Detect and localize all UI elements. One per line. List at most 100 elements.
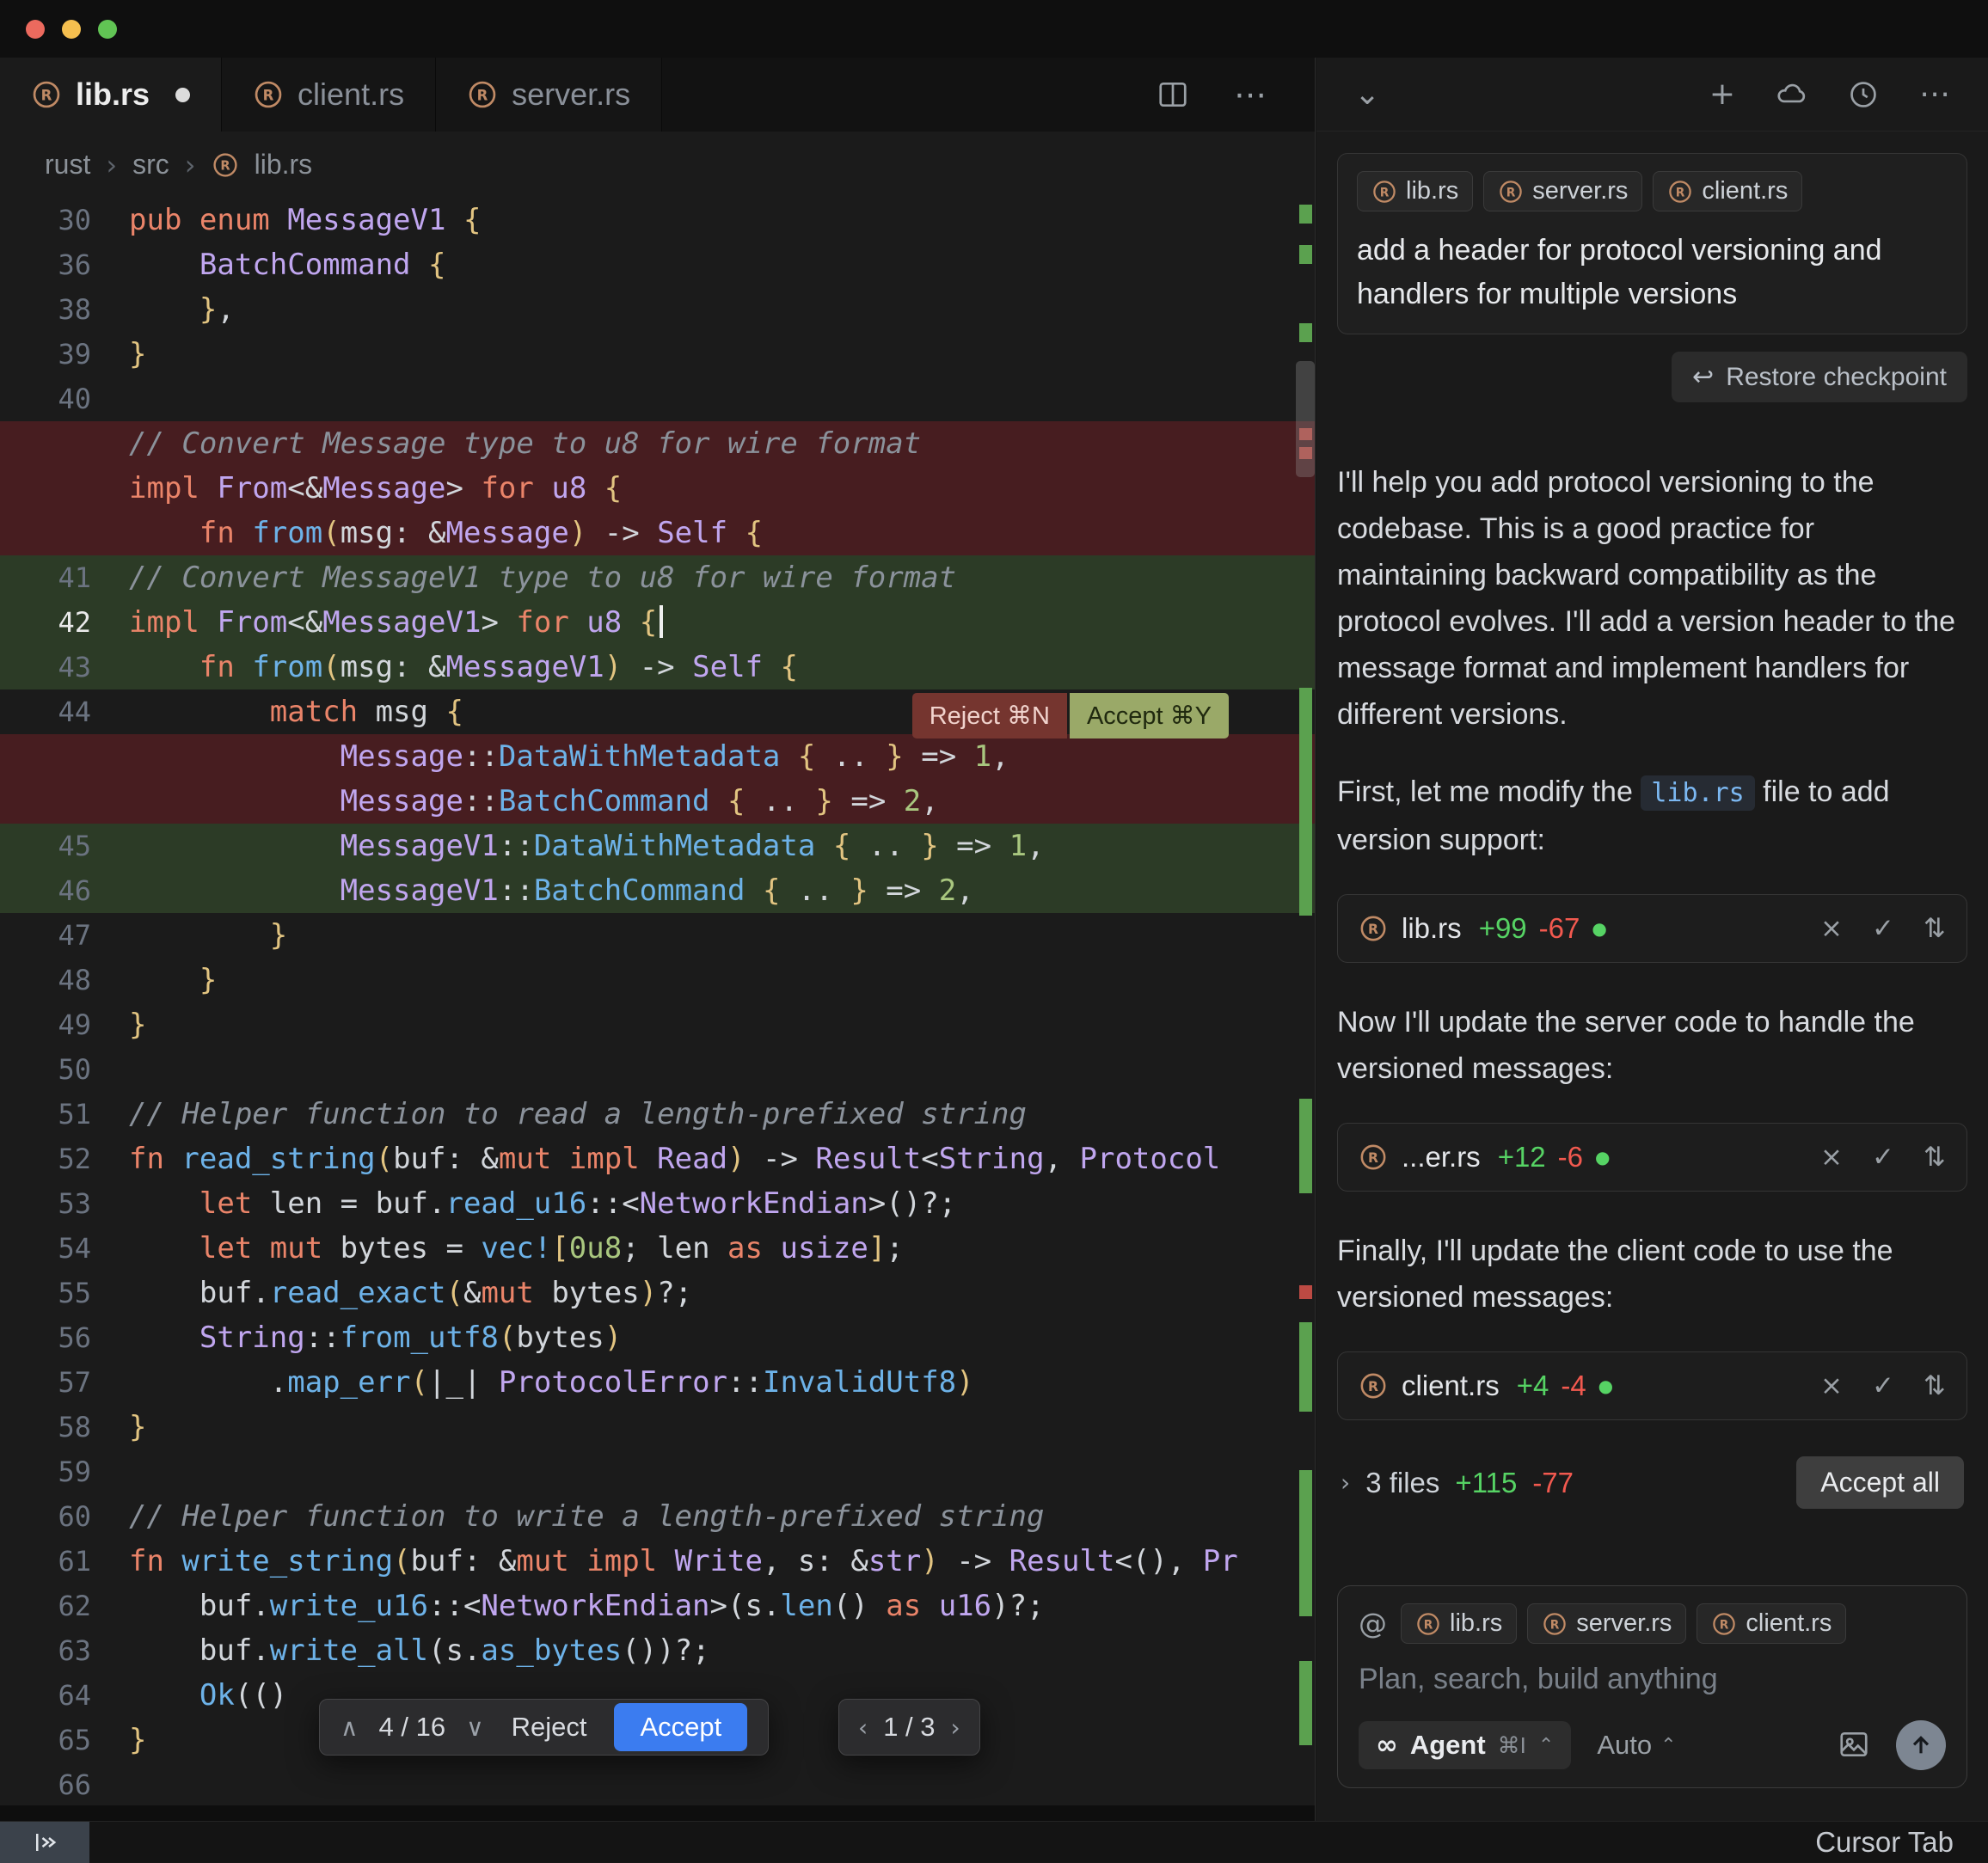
code-line[interactable]: 48 }: [0, 958, 1315, 1002]
code-line[interactable]: 54 let mut bytes = vec![0u8; len as usiz…: [0, 1226, 1315, 1271]
cursor-tab-status[interactable]: Cursor Tab: [1815, 1826, 1988, 1859]
code-line[interactable]: impl From<&Message> for u8 {: [0, 466, 1315, 511]
breadcrumb-item-lib.rs[interactable]: lib.rs: [255, 149, 313, 181]
line-number: 44: [0, 689, 129, 734]
file-change-card[interactable]: Rlib.rs+99-67●×✓⇅: [1337, 894, 1967, 963]
expand-file-icon[interactable]: ⇅: [1924, 1142, 1946, 1173]
context-pill-server.rs[interactable]: Rserver.rs: [1527, 1603, 1686, 1644]
new-chat-icon[interactable]: +: [1709, 79, 1735, 110]
next-file-icon[interactable]: ›: [951, 1713, 960, 1742]
code-line[interactable]: 39}: [0, 332, 1315, 377]
split-editor-icon[interactable]: [1157, 78, 1189, 111]
code-line[interactable]: 47 }: [0, 913, 1315, 958]
code-line[interactable]: 59: [0, 1449, 1315, 1494]
file-change-card[interactable]: Rclient.rs+4-4●×✓⇅: [1337, 1351, 1967, 1420]
diff-overview-ruler[interactable]: [1296, 198, 1315, 1821]
reject-diff-button[interactable]: Reject: [505, 1707, 594, 1748]
code-line[interactable]: 30pub enum MessageV1 {: [0, 198, 1315, 242]
code-line[interactable]: 62 buf.write_u16::<NetworkEndian>(s.len(…: [0, 1584, 1315, 1628]
scrollbar-thumb[interactable]: [1296, 361, 1315, 477]
tab-server.rs[interactable]: Rserver.rs: [436, 58, 662, 132]
code-line[interactable]: 42impl From<&MessageV1> for u8 {: [0, 600, 1315, 645]
code-editor[interactable]: 30pub enum MessageV1 {36 BatchCommand {3…: [0, 198, 1315, 1821]
accept-file-icon[interactable]: ✓: [1872, 913, 1894, 944]
code-line[interactable]: 46 MessageV1::BatchCommand { .. } => 2,: [0, 868, 1315, 913]
code-line[interactable]: 41// Convert MessageV1 type to u8 for wi…: [0, 555, 1315, 600]
context-pill-lib.rs[interactable]: Rlib.rs: [1401, 1603, 1517, 1644]
breadcrumb-item-src[interactable]: src: [132, 149, 169, 181]
editor-more-actions-icon[interactable]: ⋯: [1234, 78, 1267, 111]
code-line[interactable]: 58}: [0, 1405, 1315, 1449]
code-line[interactable]: 49}: [0, 1002, 1315, 1047]
code-line[interactable]: 50: [0, 1047, 1315, 1092]
context-pill-client.rs[interactable]: Rclient.rs: [1697, 1603, 1846, 1644]
chat-input-box[interactable]: @ Rlib.rsRserver.rs Rclient.rs Plan, sear…: [1337, 1585, 1967, 1788]
toggle-panel-button[interactable]: [0, 1822, 89, 1863]
accept-all-button[interactable]: Accept all: [1796, 1456, 1964, 1509]
send-button[interactable]: [1896, 1720, 1946, 1770]
code-line[interactable]: 38 },: [0, 287, 1315, 332]
accept-file-icon[interactable]: ✓: [1872, 1142, 1894, 1173]
minimize-window-button[interactable]: [62, 20, 81, 39]
code-line[interactable]: 36 BatchCommand {: [0, 242, 1315, 287]
prev-diff-icon[interactable]: ∧: [341, 1713, 359, 1742]
code-line[interactable]: 52fn read_string(buf: &mut impl Read) ->…: [0, 1137, 1315, 1181]
accept-hunk-button[interactable]: Accept ⌘Y: [1070, 693, 1229, 738]
breadcrumb-item-rust[interactable]: rust: [45, 149, 90, 181]
code-line[interactable]: 57 .map_err(|_| ProtocolError::InvalidUt…: [0, 1360, 1315, 1405]
agent-mode-selector[interactable]: ∞ Agent ⌘I ⌃: [1359, 1721, 1571, 1769]
prev-file-icon[interactable]: ‹: [858, 1713, 868, 1742]
code-line[interactable]: 55 buf.read_exact(&mut bytes)?;: [0, 1271, 1315, 1315]
mention-icon[interactable]: @: [1359, 1607, 1387, 1640]
code-line[interactable]: 40: [0, 377, 1315, 421]
line-number: 64: [0, 1673, 129, 1718]
expand-summary-icon[interactable]: ›: [1341, 1468, 1350, 1497]
code-line[interactable]: 43 fn from(msg: &MessageV1) -> Self {: [0, 645, 1315, 689]
code-line[interactable]: 56 String::from_utf8(bytes): [0, 1315, 1315, 1360]
reject-file-icon[interactable]: ×: [1820, 913, 1843, 944]
user-message-card[interactable]: Rlib.rsRserver.rsRclient.rs add a header…: [1337, 153, 1967, 334]
code-line[interactable]: 45 MessageV1::DataWithMetadata { .. } =>…: [0, 824, 1315, 868]
reject-file-icon[interactable]: ×: [1820, 1142, 1843, 1173]
expand-file-icon[interactable]: ⇅: [1924, 1370, 1946, 1401]
restore-checkpoint-button[interactable]: ↩ Restore checkpoint: [1672, 352, 1967, 402]
expand-file-icon[interactable]: ⇅: [1924, 913, 1946, 944]
chat-input-placeholder[interactable]: Plan, search, build anything: [1359, 1663, 1946, 1696]
window-titlebar: [0, 0, 1988, 58]
accept-file-icon[interactable]: ✓: [1872, 1370, 1894, 1401]
code-line[interactable]: fn from(msg: &Message) -> Self {: [0, 511, 1315, 555]
close-window-button[interactable]: [26, 20, 45, 39]
horizontal-scrollbar[interactable]: [0, 1805, 1315, 1821]
code-line[interactable]: 66: [0, 1762, 1315, 1807]
code-line[interactable]: 63 buf.write_all(s.as_bytes())?;: [0, 1628, 1315, 1673]
code-line[interactable]: 53 let len = buf.read_u16::<NetworkEndia…: [0, 1181, 1315, 1226]
code-line[interactable]: 44 match msg {Reject ⌘NAccept ⌘Y: [0, 689, 1315, 734]
model-selector[interactable]: Auto ⌃: [1597, 1730, 1676, 1761]
changes-summary-row[interactable]: › 3 files +115 -77 Accept all: [1341, 1456, 1964, 1509]
code-line[interactable]: Message::BatchCommand { .. } => 2,: [0, 779, 1315, 824]
tab-client.rs[interactable]: Rclient.rs: [222, 58, 436, 132]
collapse-chat-icon[interactable]: ⌄: [1354, 79, 1380, 110]
next-diff-icon[interactable]: ∨: [466, 1713, 484, 1742]
code-text: [129, 1047, 1315, 1092]
history-icon[interactable]: [1847, 78, 1880, 111]
context-pill-server.rs[interactable]: Rserver.rs: [1483, 171, 1642, 211]
code-line[interactable]: 60// Helper function to write a length-p…: [0, 1494, 1315, 1539]
code-line[interactable]: 51// Helper function to read a length-pr…: [0, 1092, 1315, 1137]
chat-more-actions-icon[interactable]: ⋯: [1919, 79, 1950, 110]
removed-count: -4: [1561, 1370, 1586, 1402]
code-line[interactable]: 61fn write_string(buf: &mut impl Write, …: [0, 1539, 1315, 1584]
diff-ruler-mark: [1299, 205, 1312, 224]
file-change-card[interactable]: R...er.rs+12-6●×✓⇅: [1337, 1123, 1967, 1192]
code-line[interactable]: Message::DataWithMetadata { .. } => 1,: [0, 734, 1315, 779]
reject-hunk-button[interactable]: Reject ⌘N: [912, 693, 1067, 738]
reject-file-icon[interactable]: ×: [1820, 1370, 1843, 1401]
context-pill-client.rs[interactable]: Rclient.rs: [1653, 171, 1802, 211]
accept-diff-button[interactable]: Accept: [614, 1703, 747, 1751]
code-line[interactable]: // Convert Message type to u8 for wire f…: [0, 421, 1315, 466]
tab-lib.rs[interactable]: Rlib.rs: [0, 58, 222, 132]
cloud-icon[interactable]: [1775, 78, 1807, 111]
context-pill-lib.rs[interactable]: Rlib.rs: [1357, 171, 1473, 211]
maximize-window-button[interactable]: [98, 20, 117, 39]
attach-image-button[interactable]: [1838, 1728, 1870, 1763]
